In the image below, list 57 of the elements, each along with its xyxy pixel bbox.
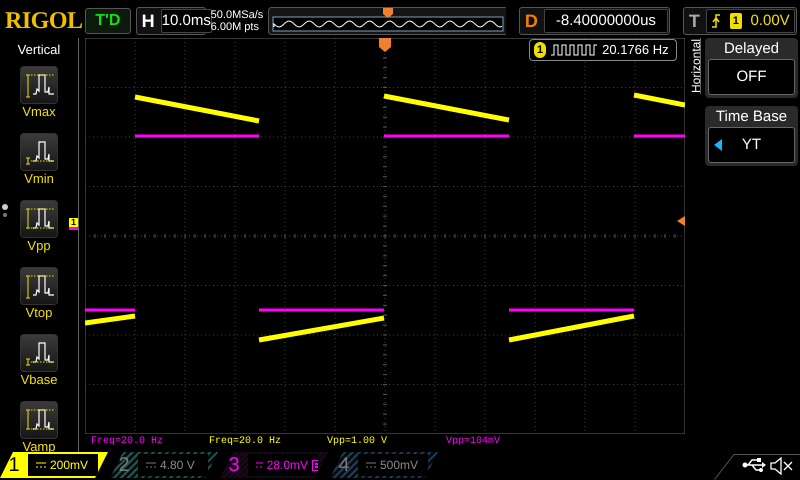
channel-scale: 4.80 V <box>160 457 195 474</box>
dc-coupling-icon <box>36 461 46 469</box>
horizontal-menu-tab[interactable]: Horizontal <box>687 38 701 94</box>
usb-icon <box>742 458 766 472</box>
selector-icon <box>714 139 722 151</box>
counter-value: 20.1766 Hz <box>602 41 669 60</box>
trigger-label: T <box>688 10 701 32</box>
channel-scale: 28.0mV <box>266 457 308 474</box>
delay-label: D <box>524 10 539 32</box>
counter-source: 1 <box>534 42 546 58</box>
measure-button[interactable] <box>20 200 58 238</box>
timebase-label: H <box>140 10 156 32</box>
channel-number: 1 <box>7 453 21 478</box>
dc-coupling-icon <box>256 461 263 469</box>
channel-number: 3 <box>227 453 241 478</box>
menu-item-title: Time Base <box>714 107 788 127</box>
dc-coupling-icon <box>146 461 156 469</box>
sample-rate: 50.0MSa/s <box>210 9 263 21</box>
menu-value-button[interactable]: YT <box>708 127 795 163</box>
timebase-value[interactable]: 10.0ms <box>160 9 212 33</box>
channel-tab[interactable]: 3 28.0mV <box>220 452 328 478</box>
measure-button[interactable] <box>20 266 58 304</box>
trigger-level-icon[interactable] <box>677 216 685 226</box>
mute-icon <box>770 457 794 475</box>
measure-label: Vbase <box>20 372 58 386</box>
measure-label: Vpp <box>26 238 52 252</box>
measurement-readout: Freq=20.0 Hz <box>209 435 282 449</box>
measure-button[interactable] <box>20 334 58 372</box>
dc-coupling-icon <box>366 461 376 469</box>
measure-label: Vmin <box>23 170 55 186</box>
measure-button[interactable] <box>20 66 58 104</box>
memory-depth: 6.00M pts <box>210 21 260 33</box>
measurement-readout: Vpp=1.00 V <box>327 435 388 449</box>
brand-logo: RIGOL <box>5 7 80 36</box>
channel-scale: 500mV <box>380 457 418 474</box>
trigger-source: 1 <box>730 12 742 30</box>
square-wave-icon <box>551 44 598 56</box>
trigger-level: 0.00V <box>750 10 790 31</box>
measure-label: Vmax <box>21 104 57 118</box>
measure-button[interactable] <box>20 400 58 438</box>
trigger-position-icon[interactable] <box>379 38 391 52</box>
channel-tab[interactable]: 1 200mV <box>0 452 108 478</box>
trigger-settings[interactable]: 1 0.00V <box>706 9 795 33</box>
channel-scale: 200mV <box>50 457 88 474</box>
menu-item-title: Delayed <box>722 39 780 59</box>
measurement-readout: Freq=20.0 Hz <box>91 435 164 449</box>
rising-edge-icon <box>711 14 722 28</box>
measure-label: Vamp <box>22 438 56 454</box>
measure-label: Vtop <box>24 304 54 320</box>
page-indicator-icon <box>1 203 9 219</box>
run-state-button[interactable]: T'D <box>85 8 131 34</box>
measurement-readout: Vpp=104mV <box>446 435 500 449</box>
delay-value[interactable]: -8.40000000us <box>544 9 668 33</box>
measure-button[interactable] <box>20 132 58 170</box>
menu-value-button[interactable]: OFF <box>708 59 795 95</box>
channel-marker[interactable]: 1 <box>69 218 78 230</box>
menu-title: Vertical <box>16 41 62 59</box>
